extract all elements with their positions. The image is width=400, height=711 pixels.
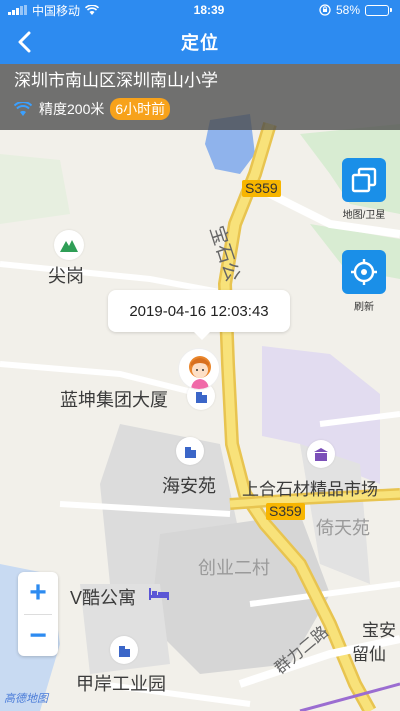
map-satellite-toggle-button[interactable]: [342, 158, 386, 202]
market-poi-icon[interactable]: [307, 440, 335, 468]
avatar[interactable]: [178, 348, 220, 390]
building-poi-icon[interactable]: [110, 636, 138, 664]
battery-percent: 58%: [335, 3, 360, 17]
map-label-liuxian: 留仙: [352, 645, 386, 664]
building-poi-icon[interactable]: [176, 437, 204, 465]
timestamp-bubble: 2019-04-16 12:03:43: [108, 290, 290, 340]
wifi-icon: [14, 102, 32, 116]
back-button[interactable]: [10, 28, 38, 56]
accuracy-text: 精度200米: [39, 101, 105, 117]
road-shield-s359-north: S359: [242, 180, 281, 197]
map-label-vku: V酷公寓: [70, 588, 137, 608]
zoom-in-button[interactable]: +: [18, 572, 58, 614]
layers-icon: [351, 167, 377, 193]
map-label-lankun: 蓝坤集团大厦: [60, 390, 168, 410]
map-label-haian: 海安苑: [162, 476, 216, 496]
clock: 18:39: [193, 3, 225, 17]
map-label-shanghe: 上合石材精品市场: [242, 480, 378, 499]
map-label-baoan: 宝安: [362, 621, 396, 640]
map-label-yitian: 倚天苑: [316, 518, 370, 538]
top-bar: 中国移动 18:39 58% 定位: [0, 0, 400, 64]
address-text: 深圳市南山区深圳南山小学: [14, 71, 218, 90]
time-ago-badge: 6小时前: [110, 98, 171, 120]
chevron-left-icon: [18, 31, 31, 53]
mountain-poi-icon[interactable]: [54, 230, 84, 260]
map-provider-logo: 高德地图: [4, 693, 48, 705]
zoom-out-button[interactable]: −: [18, 615, 58, 657]
carrier-label: 中国移动: [32, 3, 81, 18]
crosshair-icon: [351, 259, 377, 285]
nav-bar: 定位: [0, 20, 400, 64]
road-shield-s359-south: S359: [266, 503, 305, 520]
refresh-button[interactable]: [342, 250, 386, 294]
signal-icon: [8, 5, 27, 15]
location-info-bar: 深圳市南山区深圳南山小学 精度200米 6小时前: [0, 64, 400, 130]
zoom-control: + −: [18, 572, 58, 656]
battery-icon: [365, 4, 392, 16]
hotel-icon: [149, 588, 169, 600]
wifi-icon: [85, 5, 100, 15]
map-label-chuangye: 创业二村: [198, 558, 270, 578]
map-label-jiangang: 尖岗: [48, 266, 84, 286]
status-bar: 中国移动 18:39 58%: [0, 0, 400, 20]
refresh-label: 刷新: [354, 302, 374, 313]
map-satellite-toggle-label: 地图/卫星: [342, 210, 386, 221]
child-avatar-icon: [179, 349, 219, 389]
location-timestamp: 2019-04-16 12:03:43: [129, 302, 269, 320]
page-title: 定位: [181, 33, 219, 53]
rotation-lock-icon: [319, 4, 331, 16]
map-label-jiaan: 甲岸工业园: [76, 674, 166, 694]
